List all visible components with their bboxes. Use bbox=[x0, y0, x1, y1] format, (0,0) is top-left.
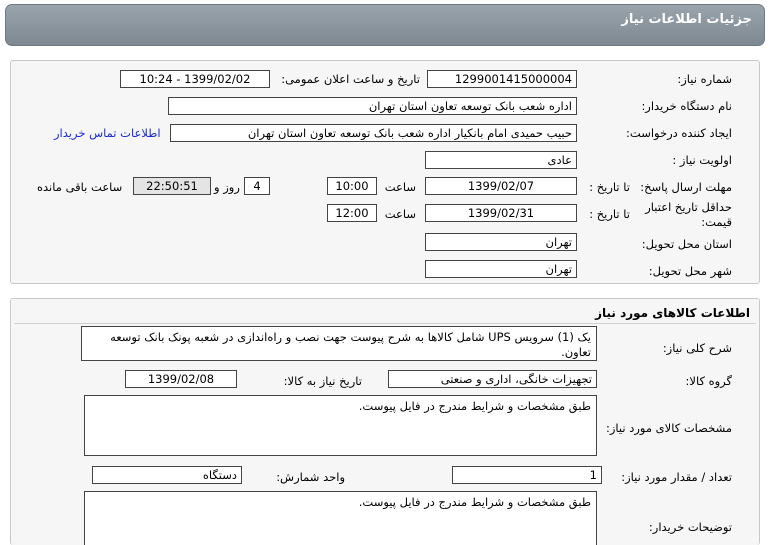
group-label: گروه کالا: bbox=[685, 374, 732, 388]
buyer-notes-label: توضیحات خریدار: bbox=[648, 520, 732, 534]
days-label: روز و bbox=[214, 180, 240, 194]
qty-field[interactable]: 1 bbox=[452, 466, 602, 484]
province-field[interactable]: تهران bbox=[425, 233, 577, 251]
priority-label: اولویت نیاز : bbox=[672, 153, 732, 167]
city-label: شهر محل تحویل: bbox=[648, 264, 732, 278]
province-label: استان محل تحویل: bbox=[641, 237, 732, 251]
qty-label: تعداد / مقدار مورد نیاز: bbox=[621, 470, 732, 484]
days-field[interactable]: 4 bbox=[244, 177, 270, 195]
buyer-org-field[interactable]: اداره شعب بانک توسعه تعاون استان تهران bbox=[168, 97, 577, 115]
buyer-notes-field[interactable]: طبق مشخصات و شرایط مندرج در فایل پیوست. bbox=[84, 491, 597, 545]
group-field[interactable]: تجهیزات خانگی، اداری و صنعتی bbox=[388, 370, 597, 388]
need-date-label: تاریخ نیاز به کالا: bbox=[283, 374, 362, 388]
deadline-time-label: ساعت bbox=[384, 180, 416, 194]
need-date-field[interactable]: 1399/02/08 bbox=[125, 370, 237, 388]
validity-time-label: ساعت bbox=[384, 207, 416, 221]
deadline-time-field[interactable]: 10:00 bbox=[327, 177, 377, 195]
unit-label: واحد شمارش: bbox=[276, 470, 345, 484]
city-field[interactable]: تهران bbox=[425, 260, 577, 278]
specs-label: مشخصات کالای مورد نیاز: bbox=[605, 421, 732, 435]
specs-field[interactable]: طبق مشخصات و شرایط مندرج در فایل پیوست. bbox=[84, 395, 597, 456]
buyer-org-label: نام دستگاه خریدار: bbox=[641, 99, 732, 113]
validity-to-date-label: تا تاریخ : bbox=[589, 207, 630, 221]
unit-field[interactable]: دستگاه bbox=[92, 466, 242, 484]
announce-field[interactable]: 1399/02/02 - 10:24 bbox=[120, 70, 270, 88]
goods-section-title: اطلاعات کالاهای مورد نیاز bbox=[595, 306, 750, 320]
validity-time-field[interactable]: 12:00 bbox=[327, 204, 377, 222]
deadline-date-field[interactable]: 1399/02/07 bbox=[425, 177, 577, 195]
priority-field[interactable]: عادی bbox=[425, 151, 577, 169]
deadline-to-date-label: تا تاریخ : bbox=[589, 180, 630, 194]
page-title: جزئیات اطلاعات نیاز bbox=[621, 12, 752, 27]
buyer-contact-link[interactable]: اطلاعات تماس خریدار bbox=[54, 126, 161, 140]
creator-label: ایجاد کننده درخواست: bbox=[626, 126, 732, 140]
need-number-label: شماره نیاز: bbox=[677, 72, 732, 86]
remaining-time-field: 22:50:51 bbox=[133, 177, 211, 195]
need-number-field[interactable]: 1299001415000004 bbox=[427, 70, 577, 88]
section-divider bbox=[14, 323, 756, 324]
remaining-label: ساعت باقی مانده bbox=[37, 180, 123, 194]
min-validity-label: حداقل تاریخ اعتبار قیمت: bbox=[645, 200, 732, 229]
desc-label: شرح کلی نیاز: bbox=[662, 341, 732, 355]
creator-field[interactable]: حبیب حمیدی امام بانکیار اداره شعب بانک ت… bbox=[170, 124, 577, 142]
desc-field[interactable]: یک (1) سرویس UPS شامل کالاها به شرح پیوس… bbox=[81, 326, 597, 361]
validity-date-field[interactable]: 1399/02/31 bbox=[425, 204, 577, 222]
deadline-label: مهلت ارسال پاسخ: bbox=[640, 180, 732, 194]
announce-label: تاریخ و ساعت اعلان عمومی: bbox=[281, 72, 420, 86]
